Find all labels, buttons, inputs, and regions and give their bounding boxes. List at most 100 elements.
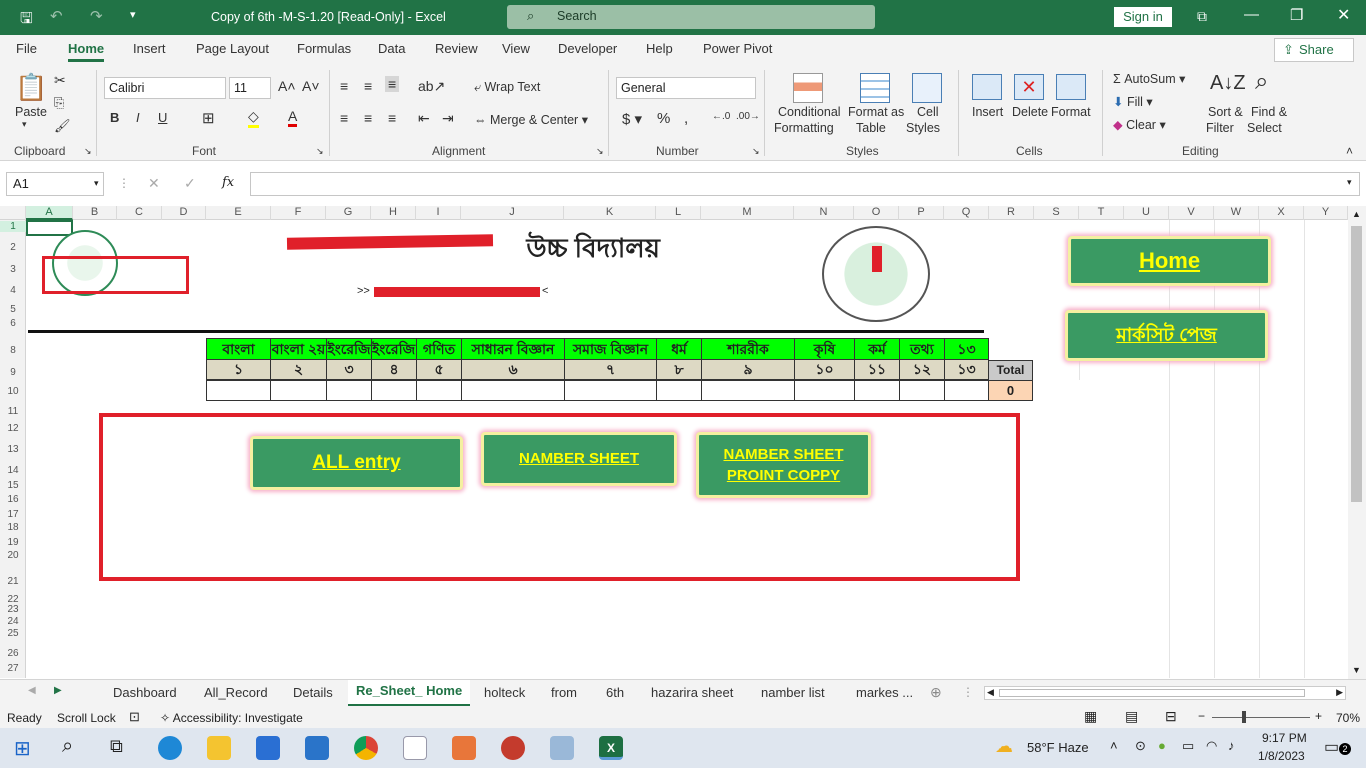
row-header[interactable]: 13: [0, 444, 26, 455]
row-header[interactable]: 27: [0, 663, 26, 674]
share-button[interactable]: ⇪ Share: [1274, 38, 1354, 62]
col-header[interactable]: S: [1034, 206, 1079, 220]
paste-dropdown-icon[interactable]: ▾: [22, 119, 27, 130]
macro-record-icon[interactable]: ⊡: [129, 709, 140, 725]
col-header[interactable]: P: [899, 206, 944, 220]
col-header[interactable]: B: [73, 206, 117, 220]
increase-font-icon[interactable]: A˄: [278, 78, 296, 94]
mark-cell[interactable]: [326, 380, 372, 401]
row-header[interactable]: 10: [0, 386, 26, 397]
tab-home[interactable]: Home: [68, 41, 105, 62]
tab-page-layout[interactable]: Page Layout: [196, 41, 269, 56]
home-button[interactable]: Home: [1068, 236, 1271, 286]
row-header[interactable]: 11: [0, 406, 26, 417]
col-header[interactable]: J: [461, 206, 564, 220]
mark-cell[interactable]: [206, 380, 271, 401]
subject-header[interactable]: বাংলা: [206, 338, 271, 360]
col-header[interactable]: G: [326, 206, 371, 220]
zoom-level[interactable]: 70%: [1336, 711, 1360, 725]
clear-button[interactable]: ◆ Clear ▾: [1113, 117, 1166, 132]
cell-styles-label-2[interactable]: Styles: [906, 121, 940, 135]
tray-app-icon-2[interactable]: ●: [1158, 738, 1166, 753]
app-icon[interactable]: [452, 736, 476, 760]
vertical-scrollbar[interactable]: ▲ ▼: [1348, 206, 1366, 679]
subject-number[interactable]: ৭: [564, 359, 657, 380]
col-header[interactable]: Q: [944, 206, 989, 220]
mark-cell[interactable]: [371, 380, 417, 401]
name-box-dropdown-icon[interactable]: ▾: [94, 178, 99, 189]
align-bottom-icon[interactable]: ≡: [385, 76, 400, 92]
sign-in-button[interactable]: Sign in: [1114, 7, 1172, 27]
row-header[interactable]: 16: [0, 494, 26, 505]
mark-cell[interactable]: [899, 380, 945, 401]
underline-button[interactable]: U: [158, 110, 167, 125]
subject-number[interactable]: ৮: [656, 359, 702, 380]
tab-view[interactable]: View: [502, 41, 530, 56]
sort-filter-label-2[interactable]: Filter: [1206, 121, 1234, 135]
increase-decimal-icon[interactable]: ←.0: [712, 111, 730, 122]
row-header[interactable]: 8: [0, 345, 26, 356]
copy-icon[interactable]: ⎘: [54, 95, 64, 111]
clock-date[interactable]: 1/8/2023: [1258, 749, 1305, 763]
wrap-text-button[interactable]: ⤶ Wrap Text: [474, 80, 540, 95]
insert-function-icon[interactable]: fx: [222, 175, 234, 190]
autosum-button[interactable]: Σ AutoSum ▾: [1113, 71, 1185, 86]
scroll-right-icon[interactable]: ▶: [1336, 687, 1343, 698]
col-header[interactable]: R: [989, 206, 1034, 220]
conditional-formatting-label-1[interactable]: Conditional: [778, 105, 841, 119]
subject-header[interactable]: তথ্য: [899, 338, 945, 360]
row-header[interactable]: 23: [0, 604, 26, 615]
scroll-tabs-right-icon[interactable]: ▶: [54, 685, 62, 696]
accessibility-status[interactable]: ✧ Accessibility: Investigate: [160, 711, 303, 725]
percent-icon[interactable]: %: [657, 110, 670, 127]
format-as-table-label-2[interactable]: Table: [856, 121, 886, 135]
mark-cell[interactable]: [461, 380, 565, 401]
task-view-icon[interactable]: ⧉: [110, 736, 123, 757]
col-header[interactable]: L: [656, 206, 701, 220]
row-header[interactable]: 26: [0, 648, 26, 659]
delete-cells-icon[interactable]: ✕: [1014, 74, 1044, 100]
col-header[interactable]: Y: [1304, 206, 1348, 220]
horizontal-scroll-thumb[interactable]: [999, 689, 1305, 697]
sheet-tab[interactable]: hazarira sheet: [651, 685, 733, 700]
zoom-out-icon[interactable]: −: [1198, 709, 1205, 723]
collapse-ribbon-icon[interactable]: ˄: [1346, 144, 1353, 158]
format-as-table-label-1[interactable]: Format as: [848, 105, 904, 119]
sheet-tab[interactable]: 6th: [606, 685, 624, 700]
redo-icon[interactable]: ↷: [90, 7, 103, 25]
currency-icon[interactable]: $ ▾: [622, 110, 642, 128]
minimize-icon[interactable]: —: [1244, 6, 1259, 23]
mark-cell[interactable]: [701, 380, 795, 401]
row-header[interactable]: 2: [0, 242, 26, 253]
find-select-label-2[interactable]: Select: [1247, 121, 1282, 135]
taskbar-search-icon[interactable]: ⌕: [62, 735, 73, 758]
col-header[interactable]: M: [701, 206, 794, 220]
tab-power-pivot[interactable]: Power Pivot: [703, 41, 772, 56]
wifi-icon[interactable]: ◠: [1206, 738, 1217, 754]
merge-center-button[interactable]: ⇔ Merge & Center ▾: [474, 112, 588, 127]
paint-icon[interactable]: [550, 736, 574, 760]
tab-review[interactable]: Review: [435, 41, 478, 56]
row-header[interactable]: 12: [0, 423, 26, 434]
col-header[interactable]: U: [1124, 206, 1169, 220]
page-layout-view-icon[interactable]: ▤: [1125, 708, 1138, 725]
word-doc-icon[interactable]: [403, 736, 427, 760]
subject-number[interactable]: ১৩: [944, 359, 989, 380]
zoom-slider[interactable]: [1212, 717, 1310, 718]
number-launcher-icon[interactable]: ↘: [752, 146, 760, 157]
row-header[interactable]: 6: [0, 318, 26, 329]
active-cell-a1[interactable]: [26, 220, 73, 236]
col-header[interactable]: I: [416, 206, 461, 220]
scroll-tabs-left-icon[interactable]: ◀: [28, 685, 36, 696]
undo-icon[interactable]: ↶: [50, 7, 63, 25]
font-launcher-icon[interactable]: ↘: [316, 146, 324, 157]
zoom-in-icon[interactable]: +: [1315, 709, 1322, 723]
subject-header[interactable]: বাংলা ২য়: [270, 338, 327, 360]
fill-button[interactable]: ⬇ Fill ▾: [1113, 94, 1153, 109]
subject-number[interactable]: ৬: [461, 359, 565, 380]
row-header[interactable]: 19: [0, 537, 26, 548]
col-header[interactable]: W: [1214, 206, 1259, 220]
subject-number[interactable]: ৩: [326, 359, 372, 380]
mark-cell[interactable]: [416, 380, 462, 401]
decrease-font-icon[interactable]: A˅: [302, 78, 320, 94]
